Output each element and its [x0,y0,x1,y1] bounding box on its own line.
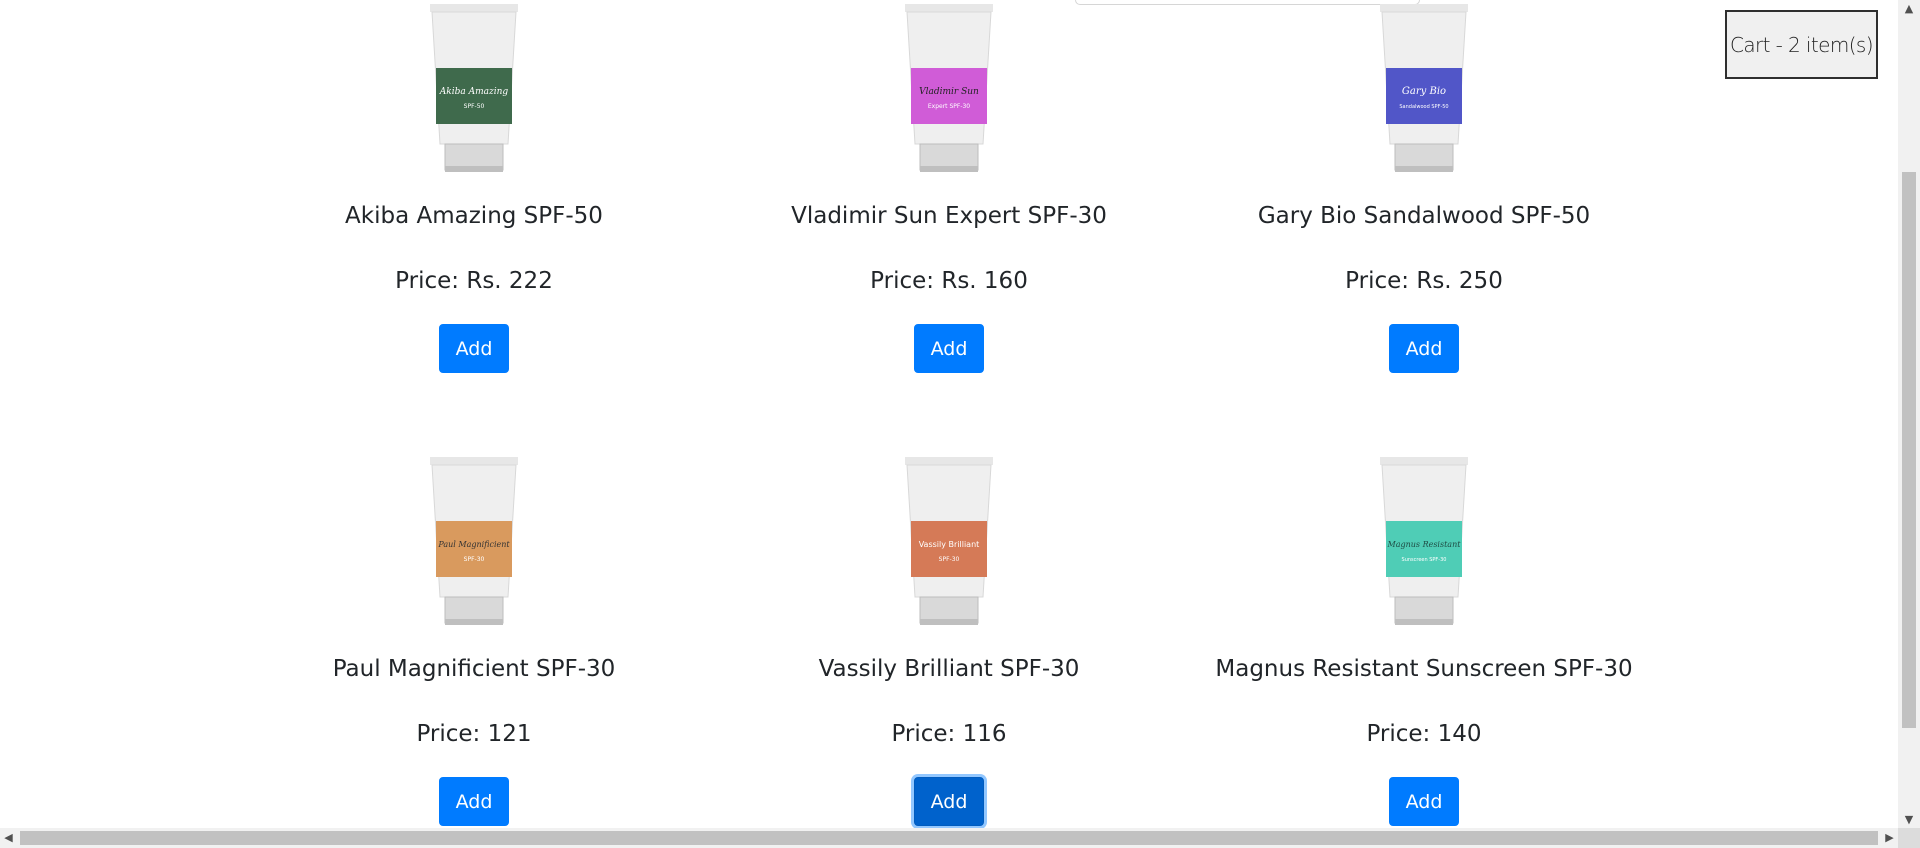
product-price: Price: Rs. 250 [1345,268,1503,294]
product-price: Price: Rs. 222 [395,268,553,294]
top-popup-edge [1075,0,1420,5]
product-name: Vladimir Sun Expert SPF-30 [791,203,1107,229]
page-viewport: Cart - 2 item(s) Akiba Amazing SPF-50 Ak… [0,0,1898,828]
horizontal-scroll-thumb[interactable] [20,831,1878,845]
product-name: Akiba Amazing SPF-50 [345,203,603,229]
add-to-cart-button[interactable]: Add [1389,324,1459,373]
tube-sublabel: SPF-30 [464,556,485,563]
sunscreen-tube-image: Akiba Amazing SPF-50 [430,4,518,172]
tube-label-band [911,521,987,577]
scroll-right-icon[interactable]: ▶ [1881,828,1898,848]
sunscreen-tube-image: Gary Bio Sandalwood SPF-50 [1380,4,1468,172]
product-name: Magnus Resistant Sunscreen SPF-30 [1215,656,1633,682]
add-to-cart-button[interactable]: Add [439,777,509,826]
tube-sublabel: SPF-30 [939,556,960,563]
product-name: Vassily Brilliant SPF-30 [818,656,1080,682]
horizontal-scrollbar[interactable]: ◀ ▶ [0,828,1898,848]
tube-label-band [1386,521,1462,577]
add-to-cart-button[interactable]: Add [1389,777,1459,826]
vertical-scrollbar[interactable]: ▲ ▼ [1898,0,1920,828]
add-to-cart-button[interactable]: Add [439,324,509,373]
scroll-down-icon[interactable]: ▼ [1898,811,1920,828]
tube-sublabel: Sunscreen SPF-30 [1402,557,1447,563]
product-price: Price: 121 [416,721,532,747]
scroll-up-icon[interactable]: ▲ [1898,0,1920,17]
sunscreen-tube-image: Vassily Brilliant SPF-30 [905,457,993,625]
tube-label: Vassily Brilliant [919,540,980,549]
tube-label: Magnus Resistant [1387,540,1462,549]
tube-label: Akiba Amazing [439,87,509,97]
sunscreen-tube-image: Paul Magnificient SPF-30 [430,457,518,625]
vertical-scroll-thumb[interactable] [1902,172,1916,728]
product-name: Paul Magnificient SPF-30 [332,656,616,682]
add-to-cart-button[interactable]: Add [914,777,984,826]
add-to-cart-button[interactable]: Add [914,324,984,373]
sunscreen-tube-image: Magnus Resistant Sunscreen SPF-30 [1380,457,1468,625]
tube-label: Gary Bio [1402,86,1446,97]
product-price: Price: 140 [1366,721,1482,747]
tube-sublabel: SPF-50 [464,103,485,110]
product-price: Price: Rs. 160 [870,268,1028,294]
tube-sublabel: Expert SPF-30 [928,103,970,110]
tube-label-band [436,521,512,577]
cart-button[interactable]: Cart - 2 item(s) [1725,10,1878,79]
product-price: Price: 116 [891,721,1007,747]
tube-label: Vladimir Sun [919,87,979,97]
scrollbar-corner [1898,828,1920,848]
product-name: Gary Bio Sandalwood SPF-50 [1257,203,1591,229]
tube-sublabel: Sandalwood SPF-50 [1399,104,1448,110]
scroll-left-icon[interactable]: ◀ [0,828,17,848]
sunscreen-tube-image: Vladimir Sun Expert SPF-30 [905,4,993,172]
tube-label: Paul Magnificient [437,540,510,549]
